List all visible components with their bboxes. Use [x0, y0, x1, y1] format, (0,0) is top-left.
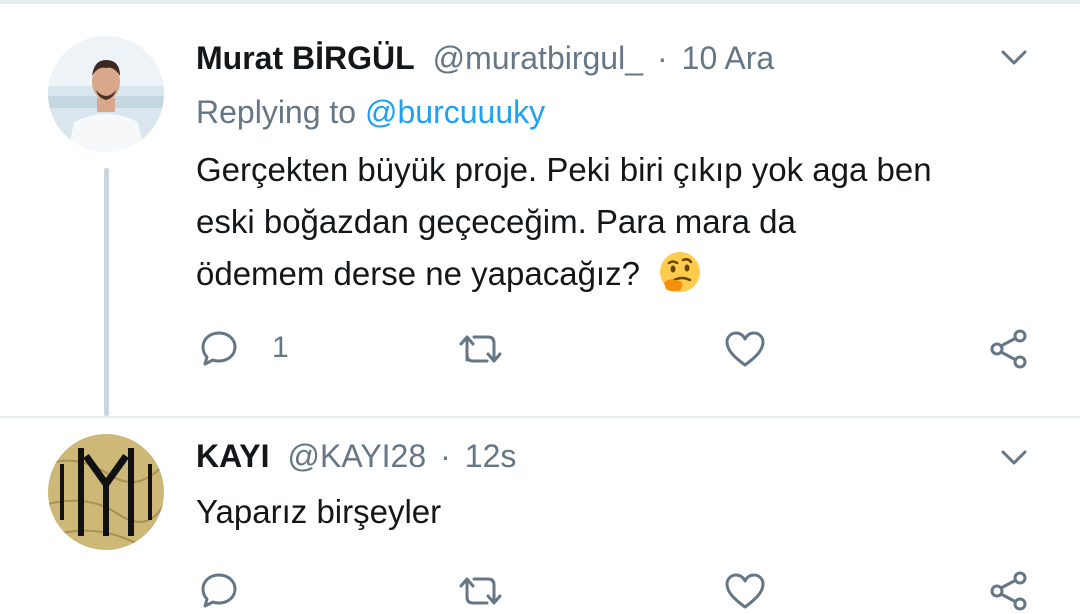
reply-icon: [201, 331, 237, 366]
retweet-button[interactable]: [458, 332, 504, 366]
reply-button[interactable]: 1: [200, 330, 289, 366]
replying-to: Replying to @burcuuuky: [196, 94, 545, 131]
retweet-button[interactable]: [458, 574, 504, 608]
user-handle[interactable]: @KAYI28: [288, 438, 427, 475]
timestamp[interactable]: 12s: [465, 438, 517, 475]
avatar-photo: [48, 36, 164, 152]
chevron-down-icon[interactable]: [1000, 48, 1028, 68]
avatar-logo: [48, 434, 164, 550]
replying-to-label: Replying to: [196, 94, 357, 130]
like-icon: [725, 573, 765, 609]
tweet-divider: [0, 416, 1080, 418]
mention-link[interactable]: @burcuuuky: [365, 94, 545, 130]
like-button[interactable]: [724, 572, 766, 610]
display-name[interactable]: Murat BİRGÜL: [196, 40, 415, 77]
tweet-text: Gerçekten büyük proje. Peki biri çıkıp y…: [196, 144, 932, 300]
share-button[interactable]: [988, 328, 1030, 370]
like-button[interactable]: [724, 330, 766, 368]
separator-dot: ·: [440, 438, 451, 474]
avatar-kayi[interactable]: [48, 434, 164, 550]
tweet-line: eski boğazdan geçeceğim. Para mara da: [196, 203, 796, 240]
timestamp[interactable]: 10 Ara: [682, 40, 775, 77]
user-handle[interactable]: @muratbirgul_: [433, 40, 643, 77]
tweet-line-with-emoji: ödemem derse ne yapacağız?: [196, 248, 932, 300]
share-button[interactable]: [988, 570, 1030, 612]
thread-line: [104, 168, 109, 416]
tweet-header: Murat BİRGÜL @muratbirgul_ · 10 Ara: [196, 40, 774, 77]
reply-icon: [201, 573, 237, 608]
tweet-text: Yaparız birşeyler: [196, 486, 441, 538]
tweet-header: KAYI @KAYI28 · 12s: [196, 438, 516, 475]
share-icon: [990, 329, 1027, 369]
tweet-line: ödemem derse ne yapacağız?: [196, 255, 640, 292]
tweet-line: Yaparız birşeyler: [196, 493, 442, 530]
retweet-icon: [459, 335, 502, 363]
reply-button[interactable]: [200, 572, 238, 608]
chevron-down-icon[interactable]: [1000, 448, 1028, 468]
share-icon: [990, 571, 1027, 611]
thinking-face-emoji-icon: [659, 252, 700, 293]
tweet-line: Gerçekten büyük proje. Peki biri çıkıp y…: [196, 151, 932, 188]
separator-dot: ·: [657, 40, 668, 76]
like-icon: [725, 331, 765, 367]
display-name[interactable]: KAYI: [196, 438, 270, 475]
reply-count: 1: [272, 331, 289, 364]
avatar-murat[interactable]: [48, 36, 164, 152]
retweet-icon: [459, 577, 502, 605]
top-divider: [0, 0, 1080, 4]
